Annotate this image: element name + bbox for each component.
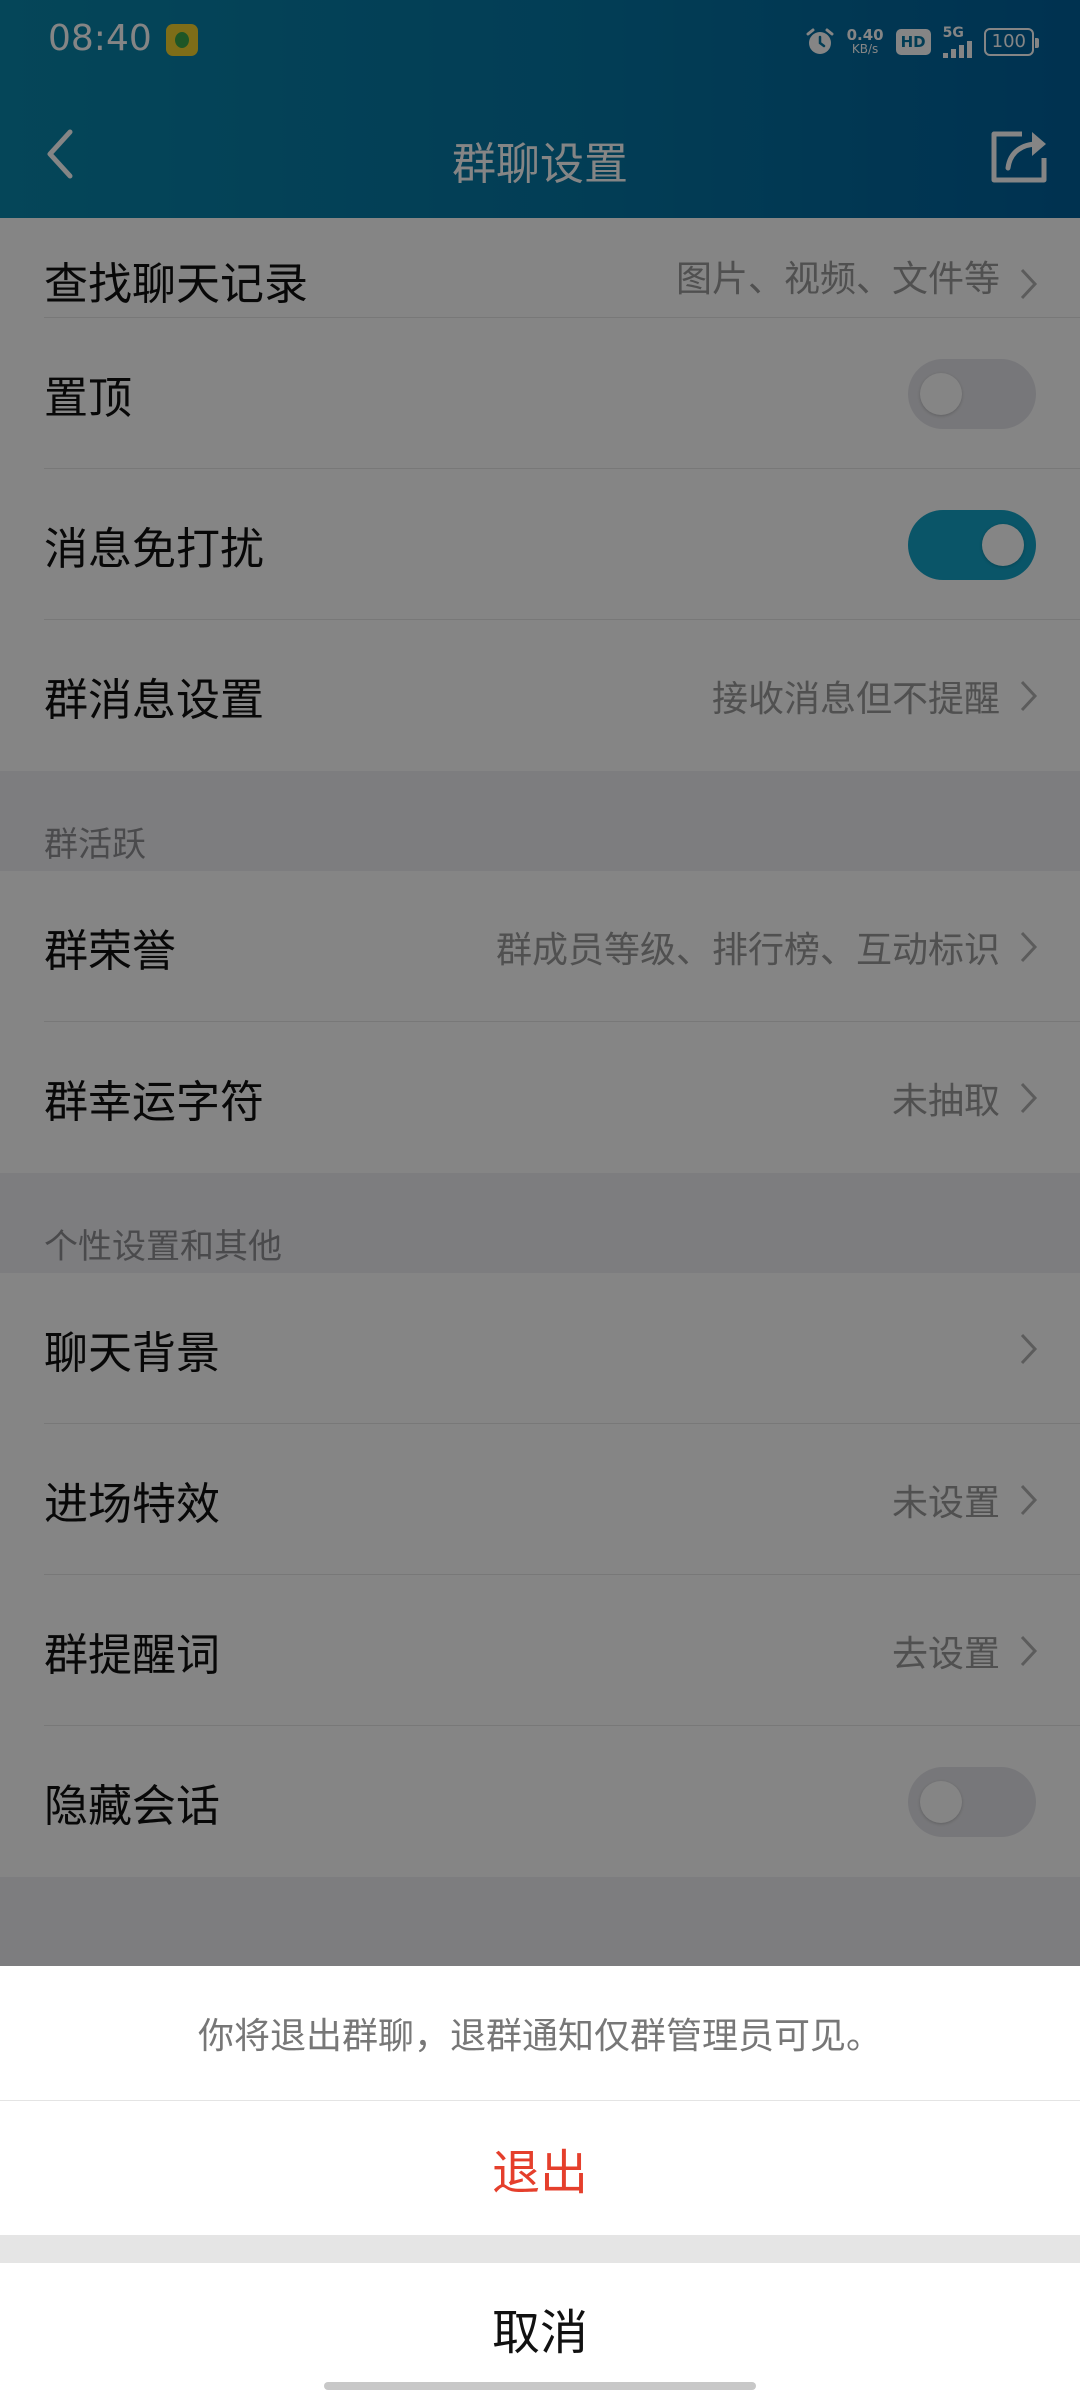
exit-group-button[interactable]: 退出	[0, 2101, 1080, 2235]
home-indicator[interactable]	[324, 2382, 756, 2390]
exit-action-sheet: 你将退出群聊，退群通知仅群管理员可见。 退出 取消	[0, 1966, 1080, 2400]
exit-warning-message: 你将退出群聊，退群通知仅群管理员可见。	[197, 2016, 882, 2057]
modal-overlay[interactable]	[0, 0, 1080, 1966]
cancel-button[interactable]: 取消	[0, 2263, 1080, 2393]
sheet-separator	[0, 2235, 1080, 2263]
